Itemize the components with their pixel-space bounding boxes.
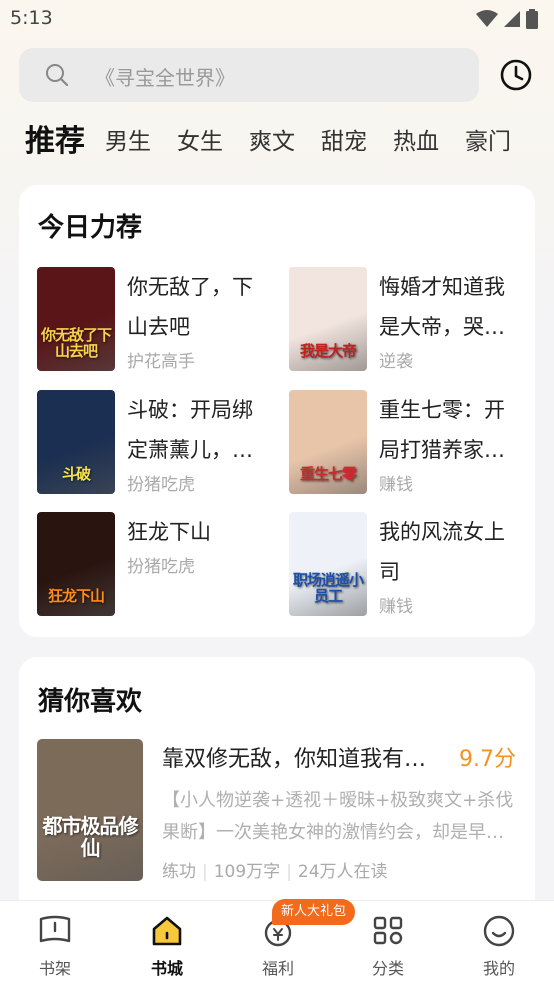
book-author: 赚钱 bbox=[379, 597, 413, 617]
book-cover: 职场逍遥小员工 bbox=[289, 512, 367, 616]
search-placeholder: 《寻宝全世界》 bbox=[95, 66, 235, 90]
book-author: 逆袭 bbox=[379, 352, 413, 372]
cover-title: 我是大帝 bbox=[299, 342, 357, 360]
nav-label: 分类 bbox=[371, 959, 404, 978]
signal-icon bbox=[504, 11, 520, 27]
cover-title: 你无敌了下山去吧 bbox=[41, 326, 112, 360]
status-bar: 5:13 bbox=[0, 0, 554, 38]
recommend-title: 今日力荐 bbox=[38, 213, 143, 243]
wifi-icon bbox=[476, 10, 498, 27]
status-icons bbox=[476, 9, 538, 29]
book-item[interactable]: 狂龙下山 狂龙下山 扮猪吃虎 bbox=[37, 512, 277, 616]
guess-book-description: 【小人物逆袭+透视＋暧昧+极致爽文+杀伐果断】一次美艳女神的激情约会，却是早… bbox=[162, 790, 514, 843]
guess-book-title[interactable]: 靠双修无敌，你知道我有… bbox=[162, 741, 452, 773]
nav-profile[interactable]: 我的 bbox=[459, 915, 539, 979]
nav-bookstore[interactable]: 书城 bbox=[127, 915, 207, 979]
cover-title: 狂龙下山 bbox=[47, 587, 105, 605]
nav-label: 书架 bbox=[38, 959, 71, 978]
book-title: 你无敌了，下山去吧 bbox=[127, 275, 253, 339]
guess-card: 猜你喜欢 都市极品修仙 靠双修无敌，你知道我有… 9.7分 【小人物逆袭+透视＋… bbox=[19, 657, 535, 917]
book-cover: 我是大帝 bbox=[289, 267, 367, 371]
book-cover: 狂龙下山 bbox=[37, 512, 115, 616]
book-item[interactable]: 我是大帝 悔婚才知道我是大帝，哭… 逆袭 bbox=[289, 267, 529, 372]
tab-recommend[interactable]: 推荐 bbox=[25, 118, 85, 166]
book-author: 护花高手 bbox=[127, 352, 195, 372]
book-title: 悔婚才知道我是大帝，哭… bbox=[379, 275, 505, 339]
search-icon bbox=[46, 64, 69, 87]
nav-bookshelf[interactable]: 书架 bbox=[15, 915, 95, 979]
book-title: 狂龙下山 bbox=[127, 520, 211, 544]
nav-category[interactable]: 分类 bbox=[348, 915, 428, 979]
book-author: 扮猪吃虎 bbox=[127, 557, 195, 577]
cover-title: 职场逍遥小员工 bbox=[293, 571, 364, 605]
tab-sweet[interactable]: 甜宠 bbox=[321, 118, 367, 166]
new-user-gift-badge[interactable]: 新人大礼包 bbox=[272, 899, 356, 925]
book-title: 斗破：开局绑定萧薰儿，… bbox=[127, 398, 253, 462]
book-item[interactable]: 重生七零 重生七零：开局打猎养家… 赚钱 bbox=[289, 390, 529, 495]
recommend-card: 今日力荐 你无敌了下山去吧 你无敌了，下山去吧 护花高手 我是大帝 悔婚才知道我… bbox=[19, 185, 535, 637]
tab-wealthy[interactable]: 豪门 bbox=[465, 118, 511, 166]
status-time: 5:13 bbox=[10, 7, 53, 29]
guess-book-cover[interactable]: 都市极品修仙 bbox=[37, 739, 143, 881]
book-author: 赚钱 bbox=[379, 475, 413, 495]
book-item[interactable]: 斗破 斗破：开局绑定萧薰儿，… 扮猪吃虎 bbox=[37, 390, 277, 495]
guess-book-score: 9.7分 bbox=[459, 747, 516, 772]
book-tag: 练功 bbox=[162, 862, 196, 882]
tab-female[interactable]: 女生 bbox=[177, 118, 223, 166]
book-author: 扮猪吃虎 bbox=[127, 475, 195, 495]
bookstore-home-icon bbox=[152, 916, 182, 946]
book-word-count: 109万字 bbox=[213, 862, 281, 882]
guess-book-meta: 练功 | 109万字 | 24万人在读 bbox=[162, 862, 388, 882]
tab-male[interactable]: 男生 bbox=[105, 118, 151, 166]
category-grid-icon bbox=[373, 916, 403, 945]
book-readers: 24万人在读 bbox=[297, 862, 388, 882]
tab-passion[interactable]: 热血 bbox=[393, 118, 439, 166]
book-cover: 你无敌了下山去吧 bbox=[37, 267, 115, 371]
book-item[interactable]: 职场逍遥小员工 我的风流女上司 赚钱 bbox=[289, 512, 529, 617]
book-title: 重生七零：开局打猎养家… bbox=[379, 398, 505, 462]
history-clock-icon[interactable] bbox=[499, 58, 533, 92]
guess-title-heading: 猜你喜欢 bbox=[38, 687, 143, 717]
battery-icon bbox=[526, 9, 538, 29]
book-title: 我的风流女上司 bbox=[379, 520, 505, 584]
book-item[interactable]: 你无敌了下山去吧 你无敌了，下山去吧 护花高手 bbox=[37, 267, 277, 372]
bookshelf-icon bbox=[39, 915, 71, 943]
tab-cool[interactable]: 爽文 bbox=[249, 118, 295, 166]
cover-title: 斗破 bbox=[61, 465, 91, 483]
nav-label: 我的 bbox=[482, 959, 515, 978]
category-tabs: 推荐 男生 女生 爽文 甜宠 热血 豪门 bbox=[25, 118, 554, 166]
cover-title: 重生七零 bbox=[299, 465, 357, 483]
profile-smile-icon bbox=[483, 915, 515, 947]
book-cover: 重生七零 bbox=[289, 390, 367, 494]
search-bar[interactable]: 《寻宝全世界》 bbox=[19, 48, 479, 102]
nav-label: 书城 bbox=[150, 959, 183, 978]
cover-title: 都市极品修仙 bbox=[42, 814, 139, 860]
nav-label: 福利 bbox=[261, 959, 294, 978]
book-cover: 斗破 bbox=[37, 390, 115, 494]
